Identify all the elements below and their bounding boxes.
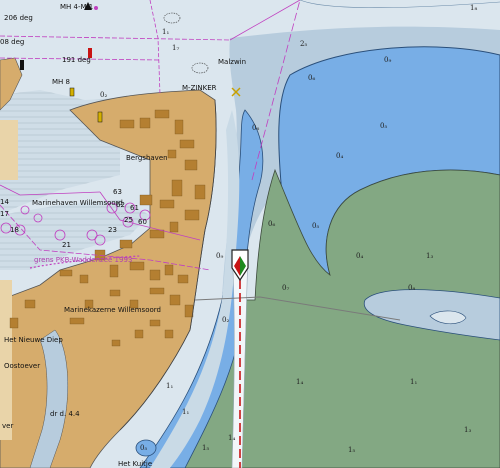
sounding: 0₆ [252,124,259,132]
quay [0,120,18,180]
nautical-chart[interactable]: MH 4-M 1 206 deg 08 deg 191 deg MH 8 Mal… [0,0,500,468]
label-ver: ver [2,422,13,430]
sounding: 0₂ [222,316,229,324]
sounding: 1₁ [166,382,173,390]
light-beacon-icon[interactable] [69,87,75,97]
berth-number: 17 [0,210,9,218]
sounding: 2₅ [300,40,307,48]
berth-number: 60 [138,218,147,226]
label-drd: dr d. 4.4 [50,410,80,418]
berth-number: 21 [62,241,71,249]
sounding: 1₅ [202,444,209,452]
quay [0,280,12,440]
berth-number: 23 [108,226,117,234]
sounding: 1₇ [172,44,179,52]
berth-number: 18 [10,226,19,234]
label-oostoever: Oostoever [4,362,40,370]
label-bergshaven: Bergshaven [126,154,168,162]
sounding: 0₇ [282,284,289,292]
sounding: 0₈ [408,284,415,292]
berth-number: 62 [116,201,125,209]
label-grens: grens PKB-Waddenzee 1993 [34,256,132,264]
sounding: 0₅ [140,444,147,452]
label-marinekazerne: Marinekazerne Willemsoord [64,306,161,314]
sounding: 1₁ [182,408,189,416]
sounding: 0₂ [100,91,107,99]
sounding: 0₆ [268,220,275,228]
sounding: 1₈ [470,4,477,12]
berth-number: 25 [124,216,133,224]
label-mh4m1: MH 4-M 1 [60,3,93,11]
sounding: 0₅ [380,122,387,130]
buoy-icon[interactable] [97,111,103,123]
sounding: 0₄ [356,252,363,260]
sounding: 0₆ [308,74,315,82]
sounding: 0₅ [312,222,319,230]
berth-number: 14 [0,198,9,206]
sounding: 1₁ [162,28,169,36]
label-mzinker: M-ZINKER [182,84,217,92]
sounding: 1₅ [348,446,355,454]
buoy-icon[interactable] [20,60,24,70]
label-191deg: 191 deg [62,56,91,64]
sounding: 1₃ [426,252,433,260]
sounding: 1₃ [464,426,471,434]
berth-number: 61 [130,204,139,212]
sounding: 0₉ [216,252,223,260]
label-malzwin: Malzwin [218,58,246,66]
sounding: 0₄ [336,152,343,160]
label-208deg: 08 deg [0,38,24,46]
label-nieuwe-diep: Het Nieuwe Diep [4,336,63,344]
label-206deg: 206 deg [4,14,33,22]
sounding: 0₉ [384,56,391,64]
sounding: 1₄ [296,378,303,386]
label-marinehaven: Marinehaven Willemsoord [32,199,123,207]
label-mh8: MH 8 [52,78,70,86]
sounding: 1₁ [410,378,417,386]
sounding: 1₄ [228,434,235,442]
label-kuitje: Het Kuitje [118,460,152,468]
berth-number: 63 [113,188,122,196]
